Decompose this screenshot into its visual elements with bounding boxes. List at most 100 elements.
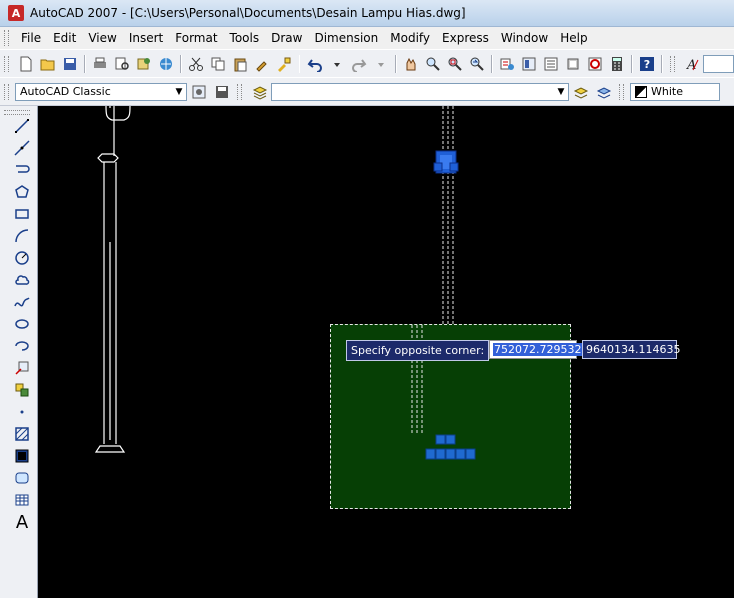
coordinate-x-input[interactable]: 752072.729532 (489, 340, 583, 359)
drawing-canvas[interactable]: Specify opposite corner: 752072.729532 9… (38, 106, 734, 598)
menubar-grip[interactable] (4, 30, 9, 46)
toolbar-separator (394, 54, 397, 73)
text-style-icon[interactable]: A (682, 53, 702, 74)
revision-cloud-icon[interactable] (11, 270, 33, 290)
design-center-icon[interactable] (519, 53, 539, 74)
menu-bar: File Edit View Insert Format Tools Draw … (0, 27, 734, 49)
undo-dropdown-icon[interactable] (327, 53, 347, 74)
zoom-window-icon[interactable] (445, 53, 465, 74)
circle-icon[interactable] (11, 248, 33, 268)
toolbar-separator (84, 54, 86, 73)
menu-modify[interactable]: Modify (384, 31, 436, 45)
make-block-icon[interactable] (11, 380, 33, 400)
arc-icon[interactable] (11, 226, 33, 246)
toolbar-grip[interactable] (4, 110, 30, 115)
line-icon[interactable] (11, 116, 33, 136)
svg-text:A: A (686, 58, 696, 72)
color-value: White (651, 85, 683, 98)
zoom-realtime-icon[interactable] (423, 53, 443, 74)
layer-manager-icon[interactable] (249, 81, 270, 102)
block-editor-icon[interactable] (274, 53, 294, 74)
toolbar-separator (490, 54, 493, 73)
menu-help[interactable]: Help (554, 31, 593, 45)
zoom-previous-icon[interactable] (467, 53, 487, 74)
help-icon[interactable]: ? (637, 53, 657, 74)
toolbar-grip[interactable] (4, 83, 9, 100)
paste-icon[interactable] (230, 53, 250, 74)
make-object-layer-current-icon[interactable] (570, 81, 591, 102)
menu-format[interactable]: Format (169, 31, 223, 45)
rectangle-icon[interactable] (11, 204, 33, 224)
coordinate-y-input[interactable]: 9640134.114635 (582, 340, 680, 359)
gradient-icon[interactable] (11, 446, 33, 466)
color-dropdown[interactable]: White (630, 82, 720, 101)
hatch-icon[interactable] (11, 424, 33, 444)
redo-dropdown-icon[interactable] (371, 53, 391, 74)
menu-draw[interactable]: Draw (265, 31, 308, 45)
dynamic-input-prompt: Specify opposite corner: (346, 340, 490, 361)
chevron-down-icon[interactable]: ▼ (172, 87, 186, 97)
left-lamp-post (94, 106, 131, 453)
sheet-set-icon[interactable] (563, 53, 583, 74)
menu-tools[interactable]: Tools (224, 31, 266, 45)
text-style-combo[interactable] (703, 54, 734, 73)
toolbar-grip[interactable] (237, 83, 242, 100)
spline-icon[interactable] (11, 292, 33, 312)
polygon-icon[interactable] (11, 182, 33, 202)
workspace-dropdown[interactable]: AutoCAD Classic ▼ (15, 82, 187, 101)
point-icon[interactable] (11, 402, 33, 422)
menu-window[interactable]: Window (495, 31, 554, 45)
menu-insert[interactable]: Insert (123, 31, 169, 45)
top-grip-cluster (433, 150, 459, 174)
menu-dimension[interactable]: Dimension (308, 31, 384, 45)
layer-dropdown[interactable]: ▼ (271, 82, 569, 101)
multiline-text-icon[interactable]: A (11, 512, 33, 533)
toolbar-separator (661, 54, 664, 73)
plot-preview-icon[interactable] (112, 53, 132, 74)
coordinate-x-value: 752072.729532 (493, 343, 583, 356)
layer-previous-icon[interactable] (593, 81, 614, 102)
tool-palettes-icon[interactable] (541, 53, 561, 74)
workspace-value: AutoCAD Classic (20, 85, 111, 98)
menu-view[interactable]: View (82, 31, 122, 45)
pan-icon[interactable] (401, 53, 421, 74)
workspace-settings-icon[interactable] (188, 81, 209, 102)
chevron-down-icon[interactable]: ▼ (554, 87, 568, 97)
menu-express[interactable]: Express (436, 31, 495, 45)
properties-icon[interactable] (497, 53, 517, 74)
autocad-app-icon[interactable]: A (8, 5, 24, 21)
construction-line-icon[interactable] (11, 138, 33, 158)
3d-dwf-icon[interactable] (156, 53, 176, 74)
title-bar: A AutoCAD 2007 - [C:\Users\Personal\Docu… (0, 0, 734, 27)
calculator-icon[interactable] (607, 53, 627, 74)
toolbar-grip[interactable] (619, 83, 624, 100)
window-title: AutoCAD 2007 - [C:\Users\Personal\Docume… (30, 6, 466, 20)
ellipse-icon[interactable] (11, 314, 33, 334)
draw-toolbar: A (0, 106, 38, 598)
menu-file[interactable]: File (15, 31, 47, 45)
open-icon[interactable] (38, 53, 58, 74)
save-workspace-icon[interactable] (211, 81, 232, 102)
copy-icon[interactable] (208, 53, 228, 74)
cut-icon[interactable] (186, 53, 206, 74)
match-properties-icon[interactable] (252, 53, 272, 74)
polyline-icon[interactable] (11, 160, 33, 180)
insert-block-icon[interactable] (11, 358, 33, 378)
bottom-grip-cluster (425, 434, 476, 460)
menu-edit[interactable]: Edit (47, 31, 82, 45)
publish-icon[interactable] (134, 53, 154, 74)
undo-icon[interactable] (304, 53, 324, 74)
toolbar-grip[interactable] (670, 55, 676, 72)
toolbar-grip[interactable] (4, 55, 9, 72)
table-icon[interactable] (11, 490, 33, 510)
save-icon[interactable] (60, 53, 80, 74)
ellipse-arc-icon[interactable] (11, 336, 33, 356)
svg-text:?: ? (644, 58, 650, 71)
toolbar-separator (180, 54, 183, 73)
redo-icon[interactable] (349, 53, 369, 74)
markup-icon[interactable] (585, 53, 605, 74)
region-icon[interactable] (11, 468, 33, 488)
new-icon[interactable] (16, 53, 36, 74)
standard-toolbar: ? A (0, 49, 734, 78)
plot-icon[interactable] (90, 53, 110, 74)
